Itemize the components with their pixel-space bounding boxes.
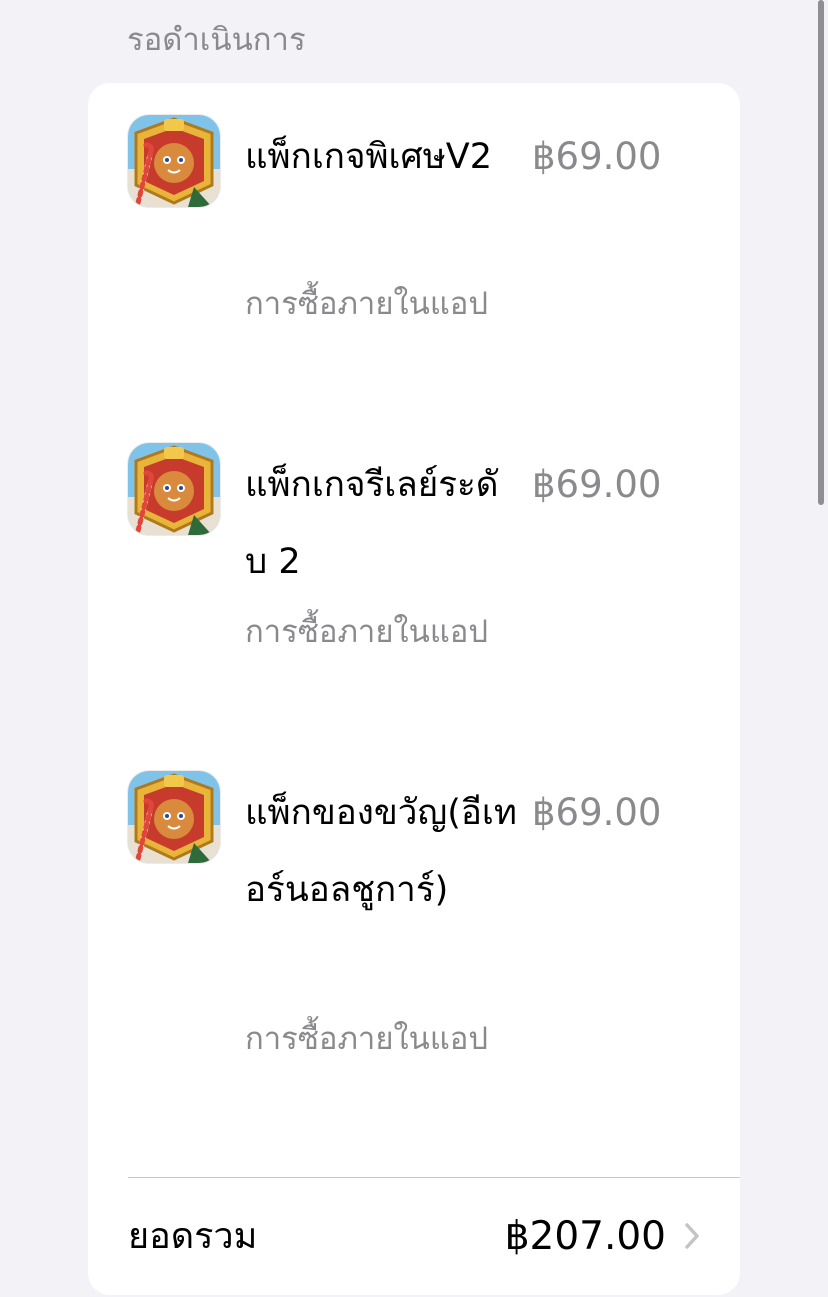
cookie-run-app-icon (128, 771, 220, 863)
item-subtitle: การซื้อภายในแอป (245, 1021, 489, 1057)
item-price: ฿69.00 (532, 791, 662, 834)
total-label: ยอดรวม (128, 1216, 258, 1257)
section-header-pending: รอดำเนินการ (127, 22, 306, 58)
item-title: แพ็กเกจพิเศษV2 (245, 137, 493, 177)
total-value: ฿207.00 (504, 1214, 666, 1259)
item-subtitle: การซื้อภายในแอป (245, 286, 489, 322)
item-price: ฿69.00 (532, 135, 662, 178)
total-row[interactable]: ยอดรวม ฿207.00 (88, 1178, 740, 1295)
scrollbar[interactable] (818, 0, 824, 505)
cookie-run-app-icon (128, 443, 220, 535)
pending-purchases-card: แพ็กเกจพิเศษV2 การซื้อภายในแอป ฿69.00 แพ… (88, 83, 740, 1295)
item-title: แพ็กของขวัญ(อีเทอร์นอลชูการ์) (245, 793, 517, 910)
cookie-run-app-icon (128, 115, 220, 207)
item-subtitle: การซื้อภายในแอป (245, 614, 489, 650)
chevron-right-icon (685, 1223, 699, 1249)
item-title: แพ็กเกจรีเลย์ระดับ 2 (245, 465, 499, 582)
item-price: ฿69.00 (532, 463, 662, 506)
